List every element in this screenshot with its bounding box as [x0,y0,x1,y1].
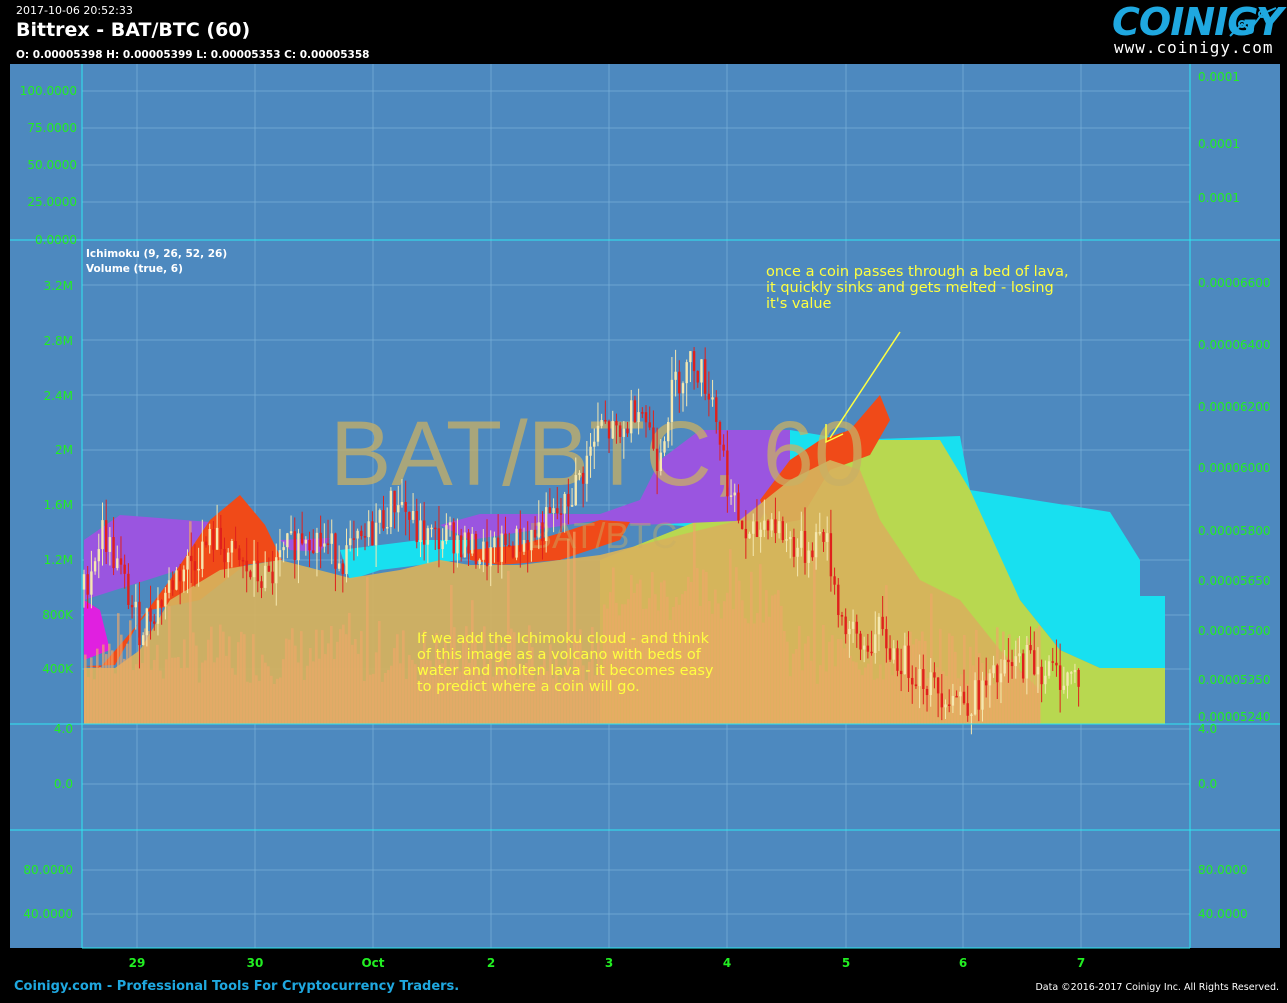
main-right-tick: 0.00005800 [1198,524,1271,538]
bottom-left-tick: 80.0000 [23,863,73,877]
x-tick-label: 29 [129,956,146,970]
main-right-tick: 0.00006200 [1198,400,1271,414]
price-chart[interactable]: BAT/BTC, 60 BAT/BTC 100.000075.000050.00… [0,0,1287,1003]
bottom-left-tick: 40.0000 [23,907,73,921]
bottom-right-tick: 40.0000 [1198,907,1248,921]
x-tick-label: 6 [959,956,967,970]
main-right-tick: 0.00006600 [1198,276,1271,290]
main-right-tick: 0.00005350 [1198,673,1271,687]
osc-left-tick: 4.0 [54,722,73,736]
osc-left-tick: 0.0 [54,777,73,791]
top-left-tick: 50.0000 [27,158,77,172]
main-left-tick: 1.6M [44,498,73,512]
top-left-tick: 75.0000 [27,121,77,135]
watermark-subtext: BAT/BTC [528,515,677,556]
top-right-tick: 0.0001 [1198,70,1240,84]
osc-right-tick: 4.0 [1198,722,1217,736]
footer-tagline[interactable]: Coinigy.com - Professional Tools For Cry… [14,979,459,994]
main-left-tick: 800K [42,608,74,622]
top-left-tick: 0.0000 [35,233,77,247]
x-tick-label: 5 [842,956,850,970]
top-right-tick: 0.0001 [1198,191,1240,205]
main-left-tick: 2M [55,443,73,457]
x-tick-label: 3 [605,956,613,970]
main-left-tick: 3.2M [44,279,73,293]
bottom-right-tick: 80.0000 [1198,863,1248,877]
x-tick-label: 2 [487,956,495,970]
x-tick-label: Oct [361,956,384,970]
main-left-tick: 400K [42,662,74,676]
osc-right-tick: 0.0 [1198,777,1217,791]
indicator-volume[interactable]: Volume (true, 6) [86,263,183,275]
x-tick-label: 4 [723,956,731,970]
top-left-tick: 100.0000 [20,84,77,98]
footer-copyright: Data ©2016-2017 Coinigy Inc. All Rights … [1035,982,1279,993]
top-right-tick: 0.0001 [1198,137,1240,151]
main-right-tick: 0.00005650 [1198,574,1271,588]
main-right-tick: 0.00006400 [1198,338,1271,352]
x-tick-label: 30 [247,956,264,970]
main-right-tick: 0.00006000 [1198,461,1271,475]
top-left-tick: 25.0000 [27,195,77,209]
main-left-tick: 2.4M [44,389,73,403]
x-tick-label: 7 [1077,956,1085,970]
main-right-tick: 0.00005500 [1198,624,1271,638]
main-left-tick: 1.2M [44,553,73,567]
indicator-ichimoku[interactable]: Ichimoku (9, 26, 52, 26) [86,248,227,260]
main-left-tick: 2.8M [44,334,73,348]
